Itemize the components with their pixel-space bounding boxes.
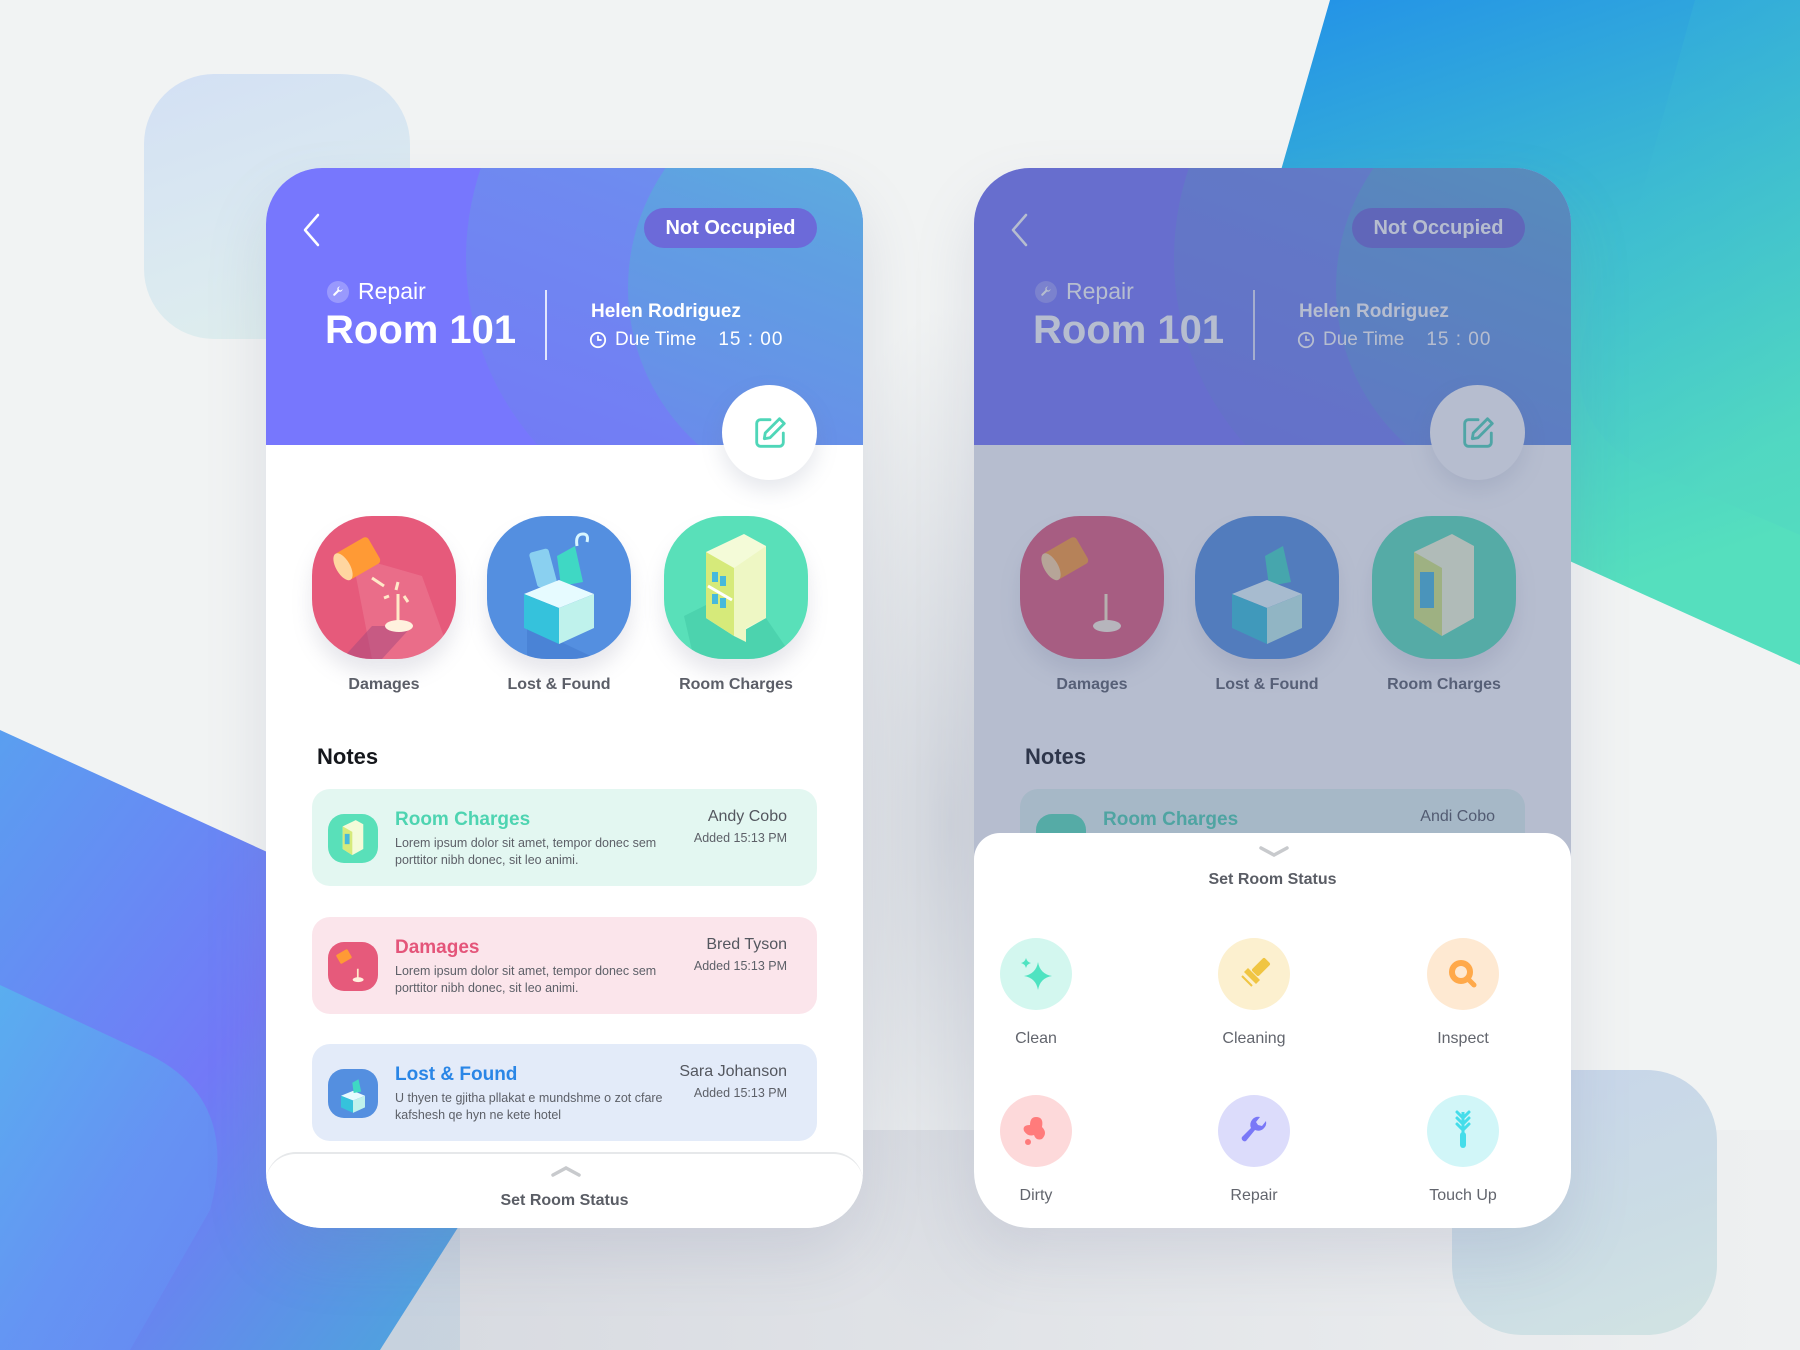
due-time-value: 15 : 00 [718, 329, 784, 350]
status-option-label: Cleaning [1222, 1030, 1286, 1047]
status-option-clean[interactable]: Clean [976, 938, 1096, 1048]
box-icon [328, 1069, 378, 1118]
note-time: Added 15:13 PM [693, 959, 787, 973]
status-option-dirty[interactable]: Dirty [976, 1095, 1096, 1205]
room-detail-screen: Not Occupied Repair Room 101 Helen Rodri… [266, 168, 863, 1228]
status-option-touch-up[interactable]: Touch Up [1403, 1095, 1523, 1205]
wrench-icon [327, 280, 349, 303]
note-author: Andy Cobo [707, 808, 787, 825]
status-option-label: Touch Up [1429, 1187, 1497, 1204]
assignee-name: Helen Rodriguez [591, 301, 741, 322]
notes-heading: Notes [317, 744, 379, 769]
back-button[interactable] [296, 210, 326, 250]
note-title: Damages [395, 937, 480, 958]
edit-button[interactable] [722, 385, 817, 480]
status-option-label: Clean [1015, 1030, 1057, 1047]
stain-icon [1000, 1095, 1072, 1167]
wrench-icon [1218, 1095, 1290, 1167]
squeegee-icon [1218, 938, 1290, 1010]
duster-icon [1427, 1095, 1499, 1167]
set-room-status-sheet: Set Room Status Clean Cleaning Inspect D… [974, 833, 1571, 1228]
room-name: Room 101 [325, 308, 517, 352]
note-item[interactable]: Room Charges Lorem ipsum dolor sit amet,… [312, 789, 817, 886]
note-time: Added 15:13 PM [693, 1086, 787, 1100]
set-room-status-label: Set Room Status [500, 1192, 629, 1209]
category-list: Damages Lost & Found Room Charges [266, 516, 863, 696]
note-title: Room Charges [395, 809, 531, 830]
edit-icon [754, 416, 786, 448]
category-room-charges[interactable]: Room Charges [661, 516, 811, 694]
chevron-left-icon [303, 213, 320, 247]
lamp-icon [312, 516, 456, 659]
note-item[interactable]: Lost & Found U thyen te gjitha pllakat e… [312, 1044, 817, 1141]
occupancy-status-badge[interactable]: Not Occupied [644, 208, 817, 248]
status-option-repair[interactable]: Repair [1194, 1095, 1314, 1205]
chevron-up-icon [551, 1166, 581, 1177]
note-body: Lorem ipsum dolor sit amet, tempor donec… [395, 836, 657, 867]
due-time: Due Time 15 : 00 [589, 329, 783, 351]
note-author: Sara Johanson [679, 1063, 787, 1080]
note-item[interactable]: Damages Lorem ipsum dolor sit amet, temp… [312, 917, 817, 1014]
set-room-status-bar[interactable]: Set Room Status [266, 1152, 863, 1228]
category-label: Lost & Found [507, 676, 611, 693]
note-body: Lorem ipsum dolor sit amet, tempor donec… [395, 964, 657, 995]
chevron-down-icon[interactable] [1259, 845, 1289, 859]
note-time: Added 15:13 PM [693, 831, 787, 845]
status-option-inspect[interactable]: Inspect [1403, 938, 1523, 1048]
header-divider [545, 290, 547, 360]
category-label: Damages [348, 676, 420, 693]
note-title: Lost & Found [395, 1064, 518, 1085]
status-option-label: Repair [1230, 1187, 1278, 1204]
category-lost-found[interactable]: Lost & Found [484, 516, 634, 694]
clock-icon [589, 331, 607, 349]
status-option-label: Dirty [1019, 1187, 1053, 1204]
status-option-cleaning[interactable]: Cleaning [1194, 938, 1314, 1048]
box-icon [487, 516, 631, 659]
magnifier-icon [1427, 938, 1499, 1010]
lamp-icon [328, 942, 378, 991]
status-option-label: Inspect [1437, 1030, 1489, 1047]
task-type-label: Repair [358, 278, 426, 304]
due-time-label: Due Time [615, 329, 697, 350]
task-type: Repair [327, 278, 426, 305]
set-status-screen: Not Occupied Repair Room 101 Helen Rodri… [974, 168, 1571, 1228]
fridge-icon [664, 516, 808, 659]
fridge-icon [328, 814, 378, 863]
note-body: U thyen te gjitha pllakat e mundshme o z… [395, 1091, 663, 1122]
category-damages[interactable]: Damages [309, 516, 459, 694]
sheet-title: Set Room Status [1208, 871, 1337, 888]
category-label: Room Charges [679, 676, 793, 693]
sparkle-icon [1000, 938, 1072, 1010]
note-author: Bred Tyson [706, 936, 787, 953]
